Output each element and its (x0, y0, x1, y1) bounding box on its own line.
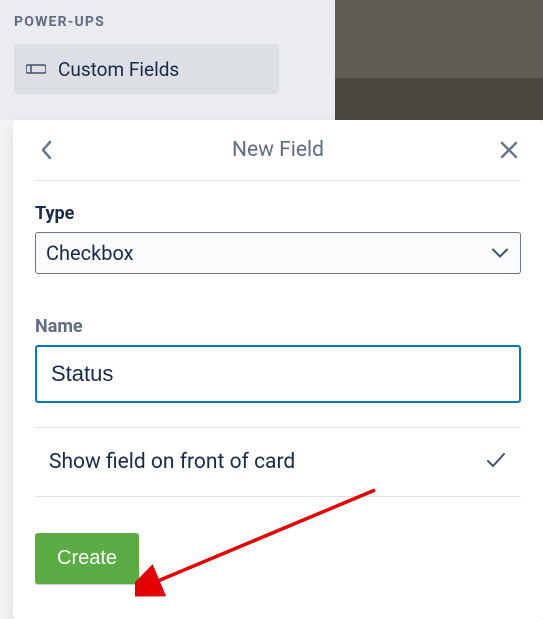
close-icon (500, 141, 518, 159)
modal-title: New Field (59, 138, 497, 162)
type-label: Type (35, 203, 521, 224)
name-input[interactable] (35, 345, 521, 403)
show-on-front-toggle[interactable]: Show field on front of card (35, 428, 521, 497)
powerups-section-label: POWER-UPS (14, 14, 321, 30)
powerups-panel: POWER-UPS Custom Fields (0, 0, 335, 120)
custom-fields-label: Custom Fields (58, 58, 179, 81)
back-button[interactable] (35, 138, 59, 162)
show-on-front-label: Show field on front of card (49, 450, 295, 474)
type-select-value: Checkbox (46, 241, 134, 265)
type-select[interactable]: Checkbox (35, 232, 521, 274)
check-icon (485, 451, 507, 473)
custom-fields-button[interactable]: Custom Fields (14, 44, 279, 94)
chevron-left-icon (40, 139, 54, 161)
close-button[interactable] (497, 138, 521, 162)
create-button[interactable]: Create (35, 533, 139, 584)
custom-fields-icon (26, 62, 46, 76)
modal-header: New Field (35, 138, 521, 181)
new-field-modal: New Field Type Checkbox Name Show field … (13, 120, 543, 619)
card-cover-background-lower (335, 78, 543, 120)
name-label: Name (35, 316, 521, 337)
card-cover-background (335, 0, 543, 78)
